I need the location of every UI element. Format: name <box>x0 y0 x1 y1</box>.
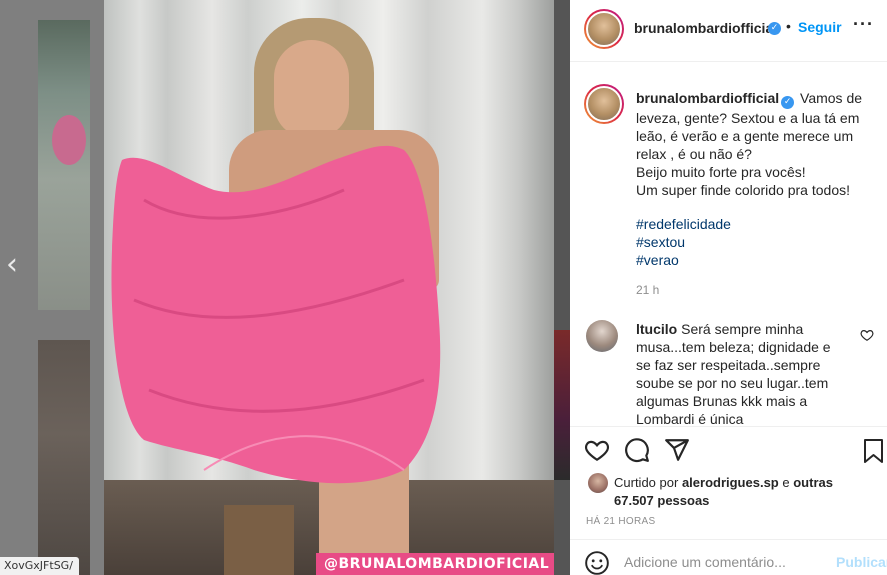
bookmark-icon[interactable] <box>860 436 887 466</box>
comment-icon[interactable] <box>624 437 650 463</box>
comment-input[interactable] <box>624 552 824 572</box>
comment-like-heart-icon[interactable] <box>860 328 874 342</box>
hashtag-list: #redefelicidade #sextou #verao <box>636 215 731 269</box>
more-options-icon[interactable]: ··· <box>853 14 874 35</box>
author-avatar[interactable] <box>584 9 624 49</box>
comments-scroll-area[interactable]: brunalombardiofficial ✓ Vamos de leveza, … <box>570 63 887 425</box>
liker-username[interactable]: alerodrigues.sp <box>682 475 779 490</box>
post-sidebar: brunalombardiofficial ✓ • Seguir ··· bru… <box>570 0 887 575</box>
caption-line: Um super finde colorido pra todos! <box>636 182 850 198</box>
caption-time[interactable]: 21 h <box>636 283 659 297</box>
share-icon[interactable] <box>664 437 690 463</box>
feed-backdrop-right <box>554 0 570 575</box>
previous-post-arrow-icon[interactable]: ‹ <box>6 250 32 280</box>
author-username[interactable]: brunalombardiofficial <box>634 20 777 36</box>
emoji-icon[interactable] <box>584 550 610 575</box>
verified-badge-icon: ✓ <box>768 22 781 35</box>
feed-thumbnail <box>38 340 90 575</box>
heart-icon[interactable] <box>584 437 610 463</box>
caption-username[interactable]: brunalombardiofficial <box>636 90 779 106</box>
instagram-post-modal: ‹ XovGxJFtSG/ @BRUNALOMBARDIOFICIAL brun… <box>0 0 887 575</box>
caption-author-avatar[interactable] <box>584 84 624 124</box>
post-actions: Curtido por alerodrigues.sp e outras 67.… <box>570 426 887 575</box>
likes-summary: Curtido por alerodrigues.sp e outras 67.… <box>586 471 876 513</box>
feed-backdrop: ‹ <box>0 0 104 575</box>
comment-body: ltucilo Será sempre minha musa...tem bel… <box>636 320 846 425</box>
likes-text: Curtido por alerodrigues.sp e outras 67.… <box>614 475 833 508</box>
commenter-avatar[interactable] <box>586 320 618 352</box>
hashtag-link[interactable]: #redefelicidade <box>636 215 731 233</box>
follow-button[interactable]: Seguir <box>798 19 842 35</box>
separator: • <box>786 18 791 34</box>
post-image[interactable]: @BRUNALOMBARDIOFICIAL <box>104 0 554 575</box>
liker-avatar[interactable] <box>588 473 608 493</box>
watermark: @BRUNALOMBARDIOFICIAL <box>316 553 554 575</box>
comment-item: ltucilo Será sempre minha musa...tem bel… <box>570 318 887 425</box>
feed-thumbnail <box>38 20 90 310</box>
publish-button[interactable]: Publicar <box>836 554 887 570</box>
hashtag-link[interactable]: #sextou <box>636 233 731 251</box>
status-url: XovGxJFtSG/ <box>0 557 79 575</box>
pink-sarong <box>111 145 441 484</box>
caption-line: Beijo muito forte pra vocês! <box>636 164 806 180</box>
commenter-username[interactable]: ltucilo <box>636 321 677 337</box>
post-header: brunalombardiofficial ✓ • Seguir ··· <box>570 0 887 62</box>
hashtag-link[interactable]: #verao <box>636 251 731 269</box>
post-caption: brunalombardiofficial ✓ Vamos de leveza, … <box>636 89 866 199</box>
verified-badge-icon: ✓ <box>781 96 795 109</box>
add-comment-row: Publicar <box>570 539 887 575</box>
post-timestamp[interactable]: HÁ 21 HORAS <box>586 516 655 527</box>
